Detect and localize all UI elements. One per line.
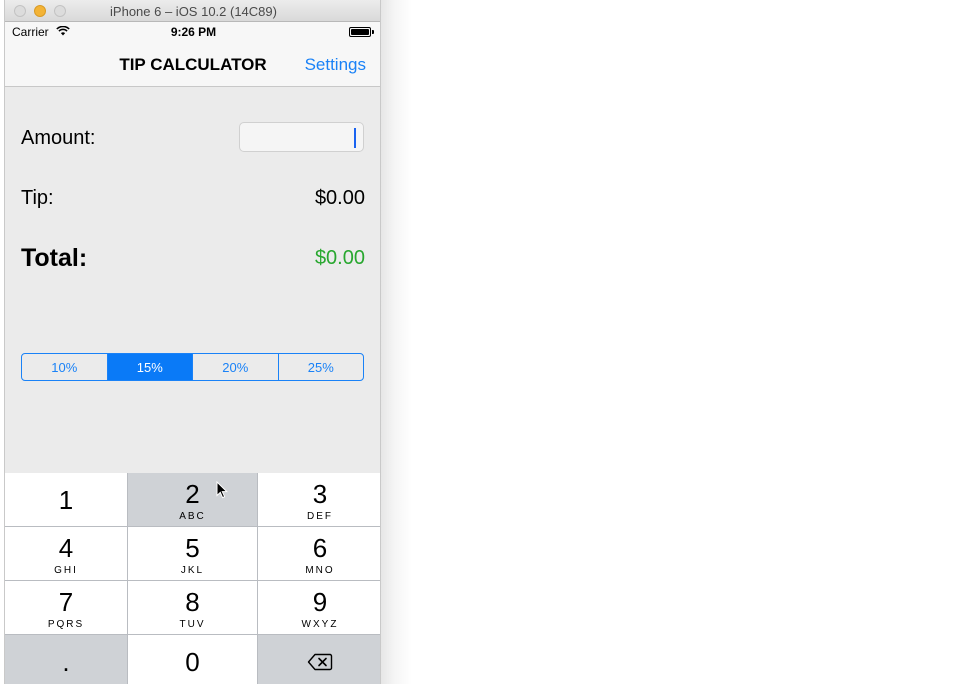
key-letters: DEF [307, 511, 333, 522]
key-7[interactable]: 7 PQRS [5, 581, 127, 634]
status-time: 9:26 PM [170, 25, 217, 39]
key-number: 7 [58, 587, 74, 617]
key-letters: ABC [179, 511, 206, 522]
key-5[interactable]: 5 JKL [128, 527, 257, 580]
number-keypad: 1 2 ABC 3 DEF 4 GHI 5 JKL 6 MNO 7 PQRS 8 [5, 473, 380, 684]
window-titlebar: iPhone 6 – iOS 10.2 (14C89) [5, 0, 380, 22]
key-number: 4 [58, 533, 74, 563]
amount-label: Amount: [21, 127, 96, 149]
key-4[interactable]: 4 GHI [5, 527, 127, 580]
mouse-pointer-icon [216, 481, 228, 499]
tip-percentage-control: 10% 15% 20% 25% [21, 353, 364, 381]
key-number: 2 [185, 479, 200, 509]
simulator-window: iPhone 6 – iOS 10.2 (14C89) Carrier 9:26… [4, 0, 381, 684]
backspace-icon [307, 653, 333, 671]
tip-label: Tip: [21, 187, 54, 209]
key-number: 3 [312, 479, 328, 509]
battery-icon [349, 27, 371, 37]
navigation-bar: TIP CALCULATOR Settings [5, 42, 380, 87]
key-3[interactable]: 3 DEF [258, 473, 380, 526]
text-caret [354, 128, 356, 148]
tip-option-25[interactable]: 25% [277, 354, 364, 380]
key-0[interactable]: 0 [128, 635, 257, 684]
key-1[interactable]: 1 [5, 473, 127, 526]
key-number: . [62, 647, 70, 677]
window-title: iPhone 6 – iOS 10.2 (14C89) [110, 4, 277, 19]
key-number: 9 [312, 587, 328, 617]
key-decimal[interactable]: . [5, 635, 127, 684]
window-shadow [380, 0, 412, 684]
key-number: 0 [185, 647, 200, 677]
tip-value: $0.00 [314, 187, 365, 209]
key-letters: PQRS [47, 619, 85, 630]
key-9[interactable]: 9 WXYZ [258, 581, 380, 634]
key-letters: WXYZ [301, 619, 339, 630]
key-number: 6 [312, 533, 328, 563]
key-letters: GHI [54, 565, 78, 576]
tip-option-20[interactable]: 20% [192, 354, 278, 380]
key-letters: MNO [305, 565, 335, 576]
total-label: Total: [21, 244, 88, 272]
tip-option-15[interactable]: 15% [106, 354, 192, 380]
key-2[interactable]: 2 ABC [128, 473, 257, 526]
key-6[interactable]: 6 MNO [258, 527, 380, 580]
key-letters: TUV [179, 619, 206, 630]
amount-input[interactable] [239, 122, 364, 152]
calculator-content: Amount: Tip: $0.00 Total: $0.00 10% 15% … [5, 87, 380, 473]
key-number: 5 [185, 533, 200, 563]
status-bar: Carrier 9:26 PM [5, 22, 380, 42]
key-8[interactable]: 8 TUV [128, 581, 257, 634]
settings-button[interactable]: Settings [305, 55, 366, 75]
key-number: 8 [185, 587, 200, 617]
key-delete[interactable] [258, 635, 380, 684]
key-letters: JKL [180, 565, 205, 576]
tip-option-10[interactable]: 10% [22, 354, 107, 380]
total-value: $0.00 [314, 247, 365, 269]
battery-tip [372, 30, 374, 34]
key-number: 1 [58, 485, 74, 515]
